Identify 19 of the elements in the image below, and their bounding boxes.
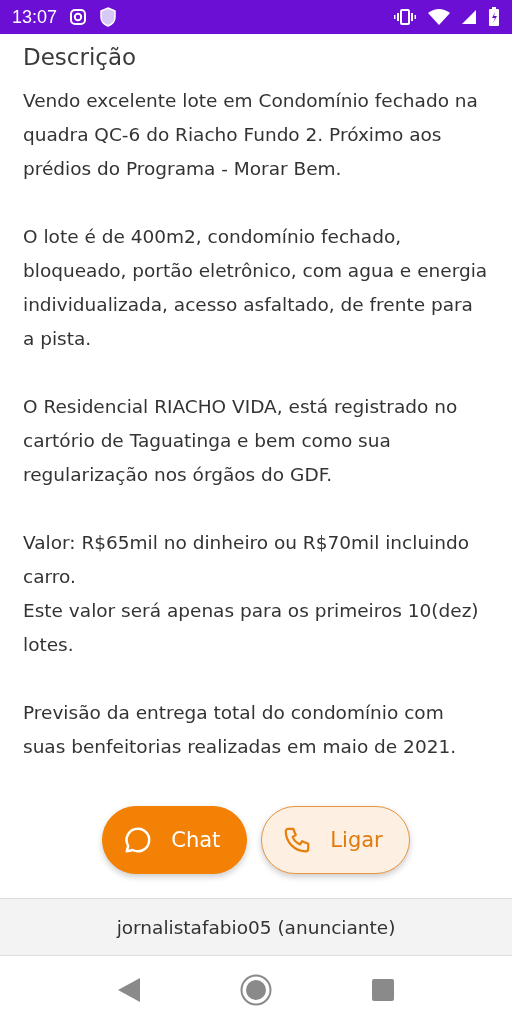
camera-app-icon xyxy=(69,8,88,26)
call-button[interactable]: Ligar xyxy=(261,806,410,874)
description-paragraph: Valor: R$65mil no dinheiro ou R$70mil incluindo carro. xyxy=(23,531,471,589)
section-title: Descrição xyxy=(23,44,138,70)
battery-charging-icon xyxy=(488,7,500,27)
description-paragraph: O lote é de 400m2, condomínio fechado, bloqueado, portão eletrônico, com agua e energia individualizada, acesso asfaltado, de frente para a pista. xyxy=(23,225,489,351)
vibrate-icon xyxy=(394,9,416,25)
wifi-icon xyxy=(428,9,450,25)
advertiser-name: jornalistafabio05 (anunciante) xyxy=(116,916,396,938)
home-icon[interactable] xyxy=(240,974,272,1006)
description-paragraph: O Residencial RIACHO VIDA, está registrado no cartório de Taguatinga e bem como sua regularização nos órgãos do GDF. xyxy=(23,395,459,487)
signal-icon xyxy=(462,10,476,24)
back-icon[interactable] xyxy=(118,978,140,1002)
description-paragraph: Vendo excelente lote em Condomínio fechado na quadra QC-6 do Riacho Fundo 2. Próximo aos prédios do Programa - Morar Bem. xyxy=(23,89,479,181)
status-time: 13:07 xyxy=(12,6,58,28)
chat-button[interactable]: Chat xyxy=(102,806,248,874)
description-paragraph: Previsão da entrega total do condomínio com suas benfeitorias realizadas em maio de 2021. xyxy=(23,701,458,759)
shield-icon xyxy=(99,7,118,27)
description-paragraph: Este valor será apenas para os primeiros 10(dez) lotes. xyxy=(23,599,480,657)
